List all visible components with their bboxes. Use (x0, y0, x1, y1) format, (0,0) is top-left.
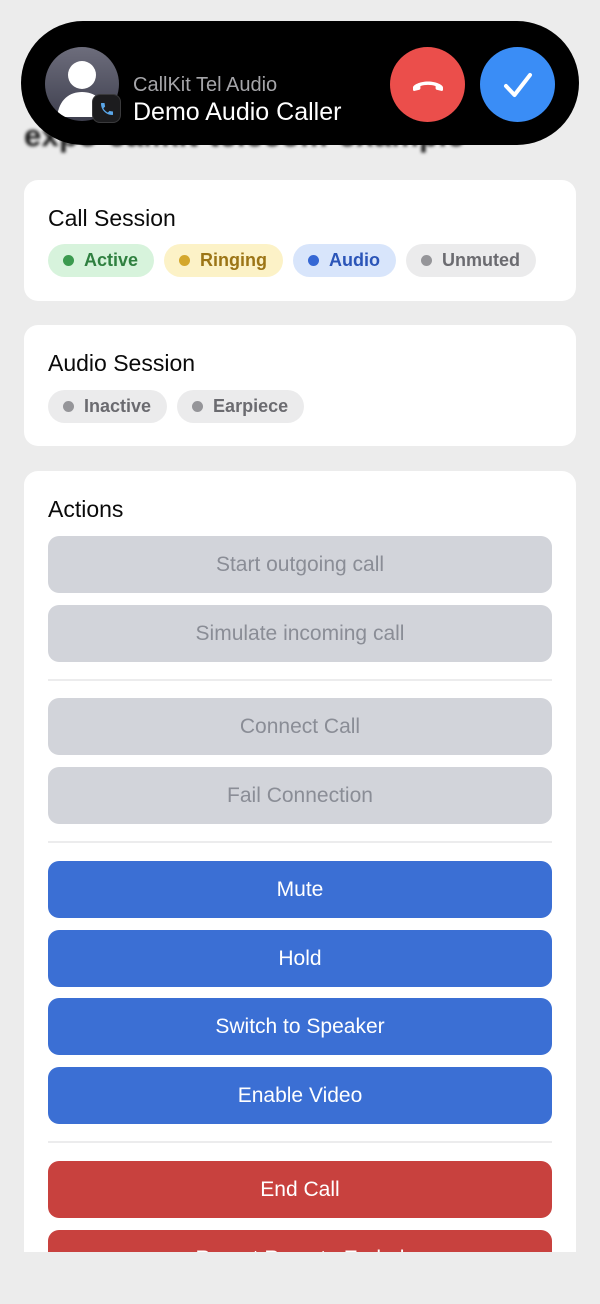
call-session-card: Call Session Active Ringing Audio Unmute… (24, 180, 576, 301)
status-dot (192, 401, 204, 412)
status-dot (308, 255, 320, 266)
phone-down-icon (412, 81, 443, 91)
hold-button[interactable]: Hold (48, 930, 552, 987)
status-badge-active: Active (48, 244, 155, 277)
actions-card: Actions Start outgoing call Simulate inc… (24, 471, 576, 1304)
checkmark-icon (503, 72, 532, 97)
audio-session-title: Audio Session (48, 350, 196, 376)
mute-button[interactable]: Mute (48, 861, 552, 918)
app-badge-phone-icon (92, 94, 121, 123)
divider (48, 679, 552, 681)
call-session-status-row: Active Ringing Audio Unmuted (48, 244, 537, 277)
connect-call-button[interactable]: Connect Call (48, 698, 552, 755)
status-badge-ringing: Ringing (164, 244, 284, 277)
divider (48, 841, 552, 843)
status-badge-earpiece: Earpiece (177, 390, 305, 423)
caller-name: Demo Audio Caller (133, 98, 342, 126)
divider (48, 1141, 552, 1143)
simulate-incoming-call-button[interactable]: Simulate incoming call (48, 605, 552, 662)
audio-session-card: Audio Session Inactive Earpiece (24, 325, 576, 446)
actions-title: Actions (48, 496, 124, 522)
status-dot (63, 401, 74, 412)
accept-call-button[interactable] (480, 47, 555, 122)
home-indicator-area (0, 1252, 600, 1304)
incoming-call-banner[interactable]: CallKit Tel Audio Demo Audio Caller (21, 21, 579, 145)
end-call-button[interactable]: End Call (48, 1161, 552, 1218)
fail-connection-button[interactable]: Fail Connection (48, 767, 552, 824)
call-session-title: Call Session (48, 205, 176, 231)
decline-call-button[interactable] (390, 47, 465, 122)
status-dot (421, 255, 433, 266)
enable-video-button[interactable]: Enable Video (48, 1067, 552, 1124)
status-badge-audio: Audio (293, 244, 397, 277)
status-dot (179, 255, 191, 266)
audio-session-status-row: Inactive Earpiece (48, 390, 305, 423)
switch-to-speaker-button[interactable]: Switch to Speaker (48, 998, 552, 1055)
status-dot (63, 255, 74, 266)
start-outgoing-call-button[interactable]: Start outgoing call (48, 536, 552, 593)
status-badge-unmuted: Unmuted (406, 244, 537, 277)
caller-info: CallKit Tel Audio Demo Audio Caller (133, 73, 341, 127)
status-badge-inactive: Inactive (48, 390, 168, 423)
app-screen: expo-callkit-telecom-example CallKit Tel… (0, 0, 600, 1304)
caller-app-name: CallKit Tel Audio (133, 74, 278, 96)
